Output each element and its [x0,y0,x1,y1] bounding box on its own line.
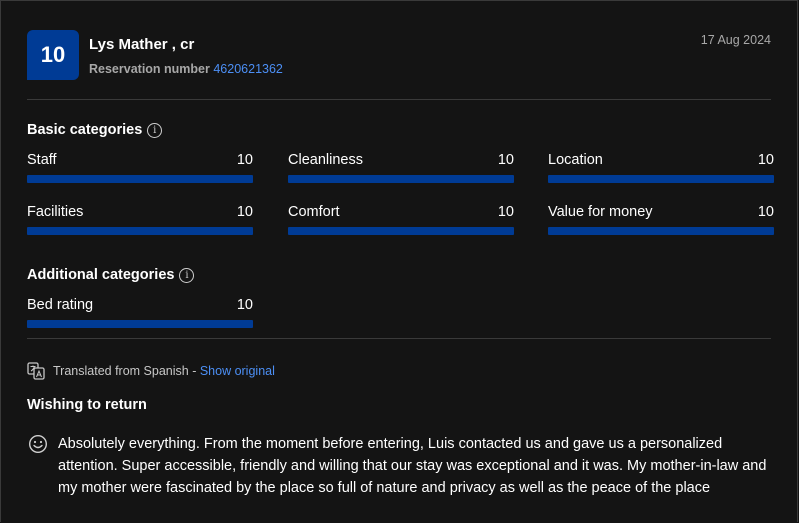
divider [27,99,771,100]
translate-icon [27,362,45,380]
category-facilities: Facilities 10 [27,204,253,235]
info-icon[interactable]: i [179,267,195,283]
category-bar [288,175,514,183]
divider [27,338,771,339]
info-icon[interactable]: i [147,122,163,138]
category-bar [27,227,253,235]
category-bar-fill [548,175,774,183]
category-score: 10 [236,297,253,313]
reservation-label: Reservation number [89,62,210,76]
category-bar-fill [288,227,514,235]
review-positive: Absolutely everything. From the moment b… [27,433,777,499]
additional-categories-title: Additional categories i [27,267,195,283]
review-body-text: Absolutely everything. From the moment b… [58,436,767,496]
category-comfort: Comfort 10 [288,204,514,235]
category-cleanliness: Cleanliness 10 [288,152,514,183]
category-bar [288,227,514,235]
reservation-info: Reservation number 4620621362 [89,62,283,76]
category-bar [27,175,253,183]
category-score: 10 [757,204,774,220]
category-bar-fill [27,320,253,328]
category-bar [548,175,774,183]
translation-text: Translated from Spanish [53,364,189,378]
review-card: 10 Lys Mather , cr Reservation number 46… [0,0,798,522]
category-label: Value for money [548,204,653,220]
show-original-link[interactable]: Show original [200,364,275,378]
category-label: Bed rating [27,297,94,313]
category-label: Comfort [288,204,340,220]
category-score: 10 [757,152,774,168]
category-value-for-money: Value for money 10 [548,204,774,235]
category-staff: Staff 10 [27,152,253,183]
basic-categories-label: Basic categories [27,122,143,138]
smiley-face-icon [28,434,48,454]
category-location: Location 10 [548,152,774,183]
reviewer-name: Lys Mather , cr [89,36,195,53]
category-bar-fill [288,175,514,183]
category-label: Facilities [27,204,84,220]
basic-categories-title: Basic categories i [27,122,163,138]
category-bed-rating: Bed rating 10 [27,297,253,328]
category-label: Cleanliness [288,152,363,168]
reservation-number[interactable]: 4620621362 [213,62,283,76]
category-bar-fill [27,227,253,235]
category-score: 10 [497,204,514,220]
translation-note: Translated from Spanish - Show original [27,362,275,380]
category-bar [548,227,774,235]
review-date: 17 Aug 2024 [700,33,771,47]
category-label: Location [548,152,603,168]
category-score: 10 [497,152,514,168]
review-score-badge: 10 [27,30,79,80]
category-bar-fill [548,227,774,235]
review-title: Wishing to return [27,397,147,413]
category-score: 10 [236,152,253,168]
category-bar-fill [27,175,253,183]
category-bar [27,320,253,328]
category-score: 10 [236,204,253,220]
translation-separator: - [188,364,200,378]
additional-categories-label: Additional categories [27,267,175,283]
category-label: Staff [27,152,57,168]
